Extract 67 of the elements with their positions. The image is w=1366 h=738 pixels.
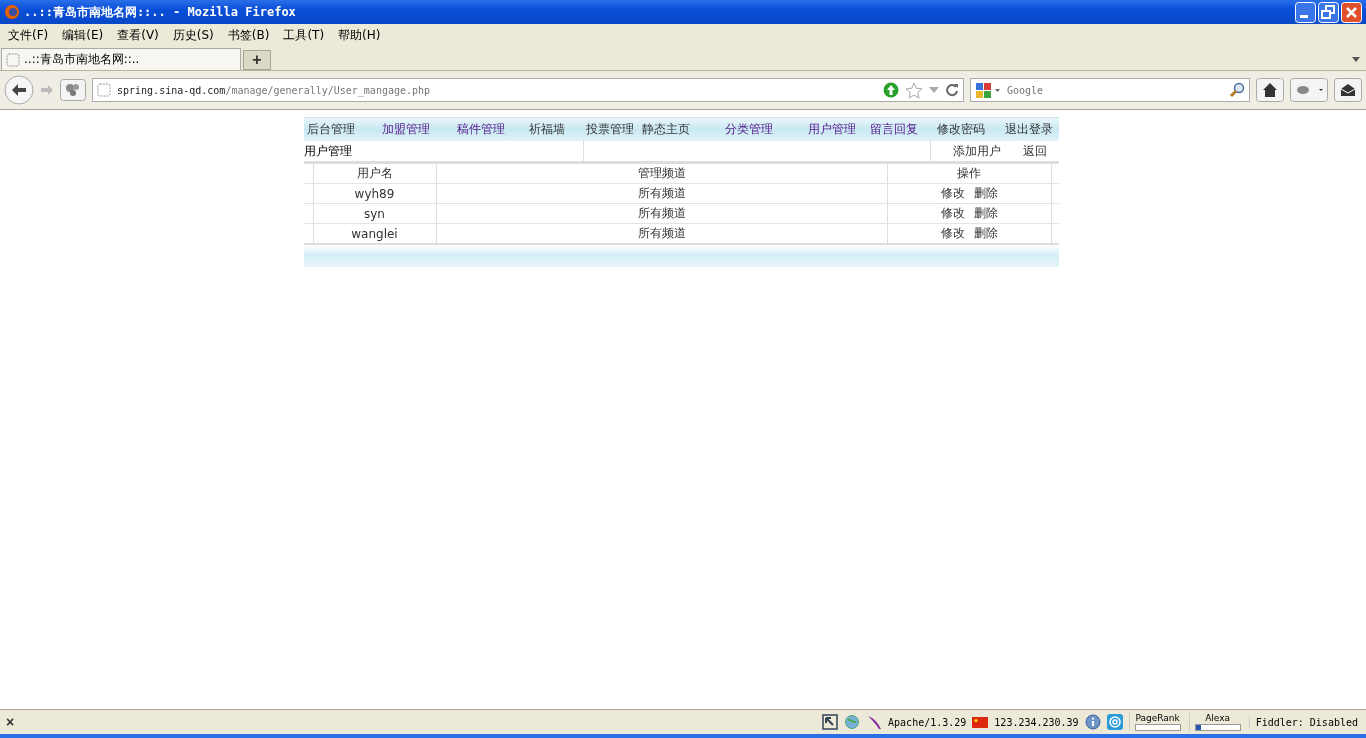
minimize-button[interactable]: [1295, 1, 1316, 23]
close-button[interactable]: [1341, 1, 1362, 23]
table-cell: 所有频道: [436, 224, 888, 243]
action-link[interactable]: 返回: [1022, 142, 1047, 160]
menu-item[interactable]: 帮助(H): [332, 26, 387, 44]
search-bar[interactable]: Google: [970, 78, 1250, 102]
table-cell: wyh89: [313, 184, 437, 203]
info-icon[interactable]: [1084, 714, 1101, 730]
feather-icon[interactable]: [866, 714, 883, 730]
addon-menu-button[interactable]: [1290, 78, 1328, 102]
ip-address: 123.234.230.39: [994, 716, 1079, 728]
browser-logo-icon: [4, 4, 20, 20]
nav-link[interactable]: 留言回复: [869, 121, 937, 138]
star-icon[interactable]: [905, 81, 923, 99]
table-cell: syn: [313, 204, 437, 223]
row-action-link[interactable]: 删除: [973, 225, 998, 242]
nav-link[interactable]: 后台管理: [306, 121, 382, 138]
menu-item[interactable]: 编辑(E): [56, 26, 110, 44]
nav-link[interactable]: 分类管理: [724, 121, 808, 138]
nav-link[interactable]: 退出登录: [1004, 121, 1059, 138]
table-cell: 所有频道: [436, 184, 888, 203]
extension-button[interactable]: [60, 79, 86, 101]
home-button[interactable]: [1256, 78, 1284, 102]
menu-item[interactable]: 工具(T): [277, 26, 331, 44]
reload-icon[interactable]: [945, 83, 959, 97]
meter-label: Alexa: [1205, 713, 1231, 724]
restore-button[interactable]: [1318, 1, 1339, 23]
meter-label: PageRank: [1135, 713, 1180, 724]
row-action-link[interactable]: 删除: [973, 185, 998, 202]
nav-link[interactable]: 用户管理: [807, 121, 870, 138]
nav-link[interactable]: 投票管理: [585, 121, 642, 138]
search-engine-icon: [975, 82, 1001, 98]
menu-item[interactable]: 查看(V): [111, 26, 165, 44]
nav-link[interactable]: 修改密码: [936, 121, 1005, 138]
flag-icon: [972, 716, 989, 728]
action-link[interactable]: 添加用户: [952, 142, 1001, 160]
page-icon: [6, 52, 20, 67]
table-cell: wanglei: [313, 224, 437, 243]
row-action-link[interactable]: 修改: [940, 205, 965, 222]
row-action-link[interactable]: 修改: [940, 185, 965, 202]
nav-link[interactable]: 稿件管理: [456, 121, 529, 138]
tab-list-caret-icon[interactable]: [1352, 57, 1360, 62]
row-action-link[interactable]: 修改: [940, 225, 965, 242]
row-action-link[interactable]: 删除: [973, 205, 998, 222]
column-header: 操作: [887, 164, 1052, 183]
nav-link[interactable]: 加盟管理: [381, 121, 457, 138]
back-button[interactable]: [4, 75, 34, 105]
new-tab-button[interactable]: +: [243, 50, 271, 70]
server-label: Apache/1.3.29: [888, 716, 967, 728]
table-cell: 所有频道: [436, 204, 888, 223]
section-title: 用户管理: [303, 141, 584, 161]
column-header: 用户名: [313, 164, 437, 183]
menu-item[interactable]: 书签(B): [221, 26, 276, 44]
fiddler-status: Fiddler: Disabled: [1248, 716, 1358, 728]
menu-item[interactable]: 文件(F): [2, 26, 55, 44]
close-bar-button[interactable]: ×: [6, 714, 15, 730]
url-text: spring.sina-qd.com/manage/generally/User_mangage.php: [117, 84, 431, 96]
menu-item[interactable]: 历史(S): [166, 26, 220, 44]
nav-link[interactable]: 祈福墙: [528, 121, 586, 138]
mail-button[interactable]: [1334, 78, 1362, 102]
search-icon[interactable]: [1229, 82, 1245, 98]
browser-tab[interactable]: ..::青岛市南地名网::..: [1, 48, 241, 70]
nav-link[interactable]: 静态主页: [641, 121, 725, 138]
site-identity-icon: [97, 83, 111, 97]
window-title: ..::青岛市南地名网::.. - Mozilla Firefox: [24, 3, 296, 21]
column-header: 管理频道: [436, 164, 888, 183]
address-bar[interactable]: spring.sina-qd.com/manage/generally/User_mangage.php: [92, 78, 964, 102]
